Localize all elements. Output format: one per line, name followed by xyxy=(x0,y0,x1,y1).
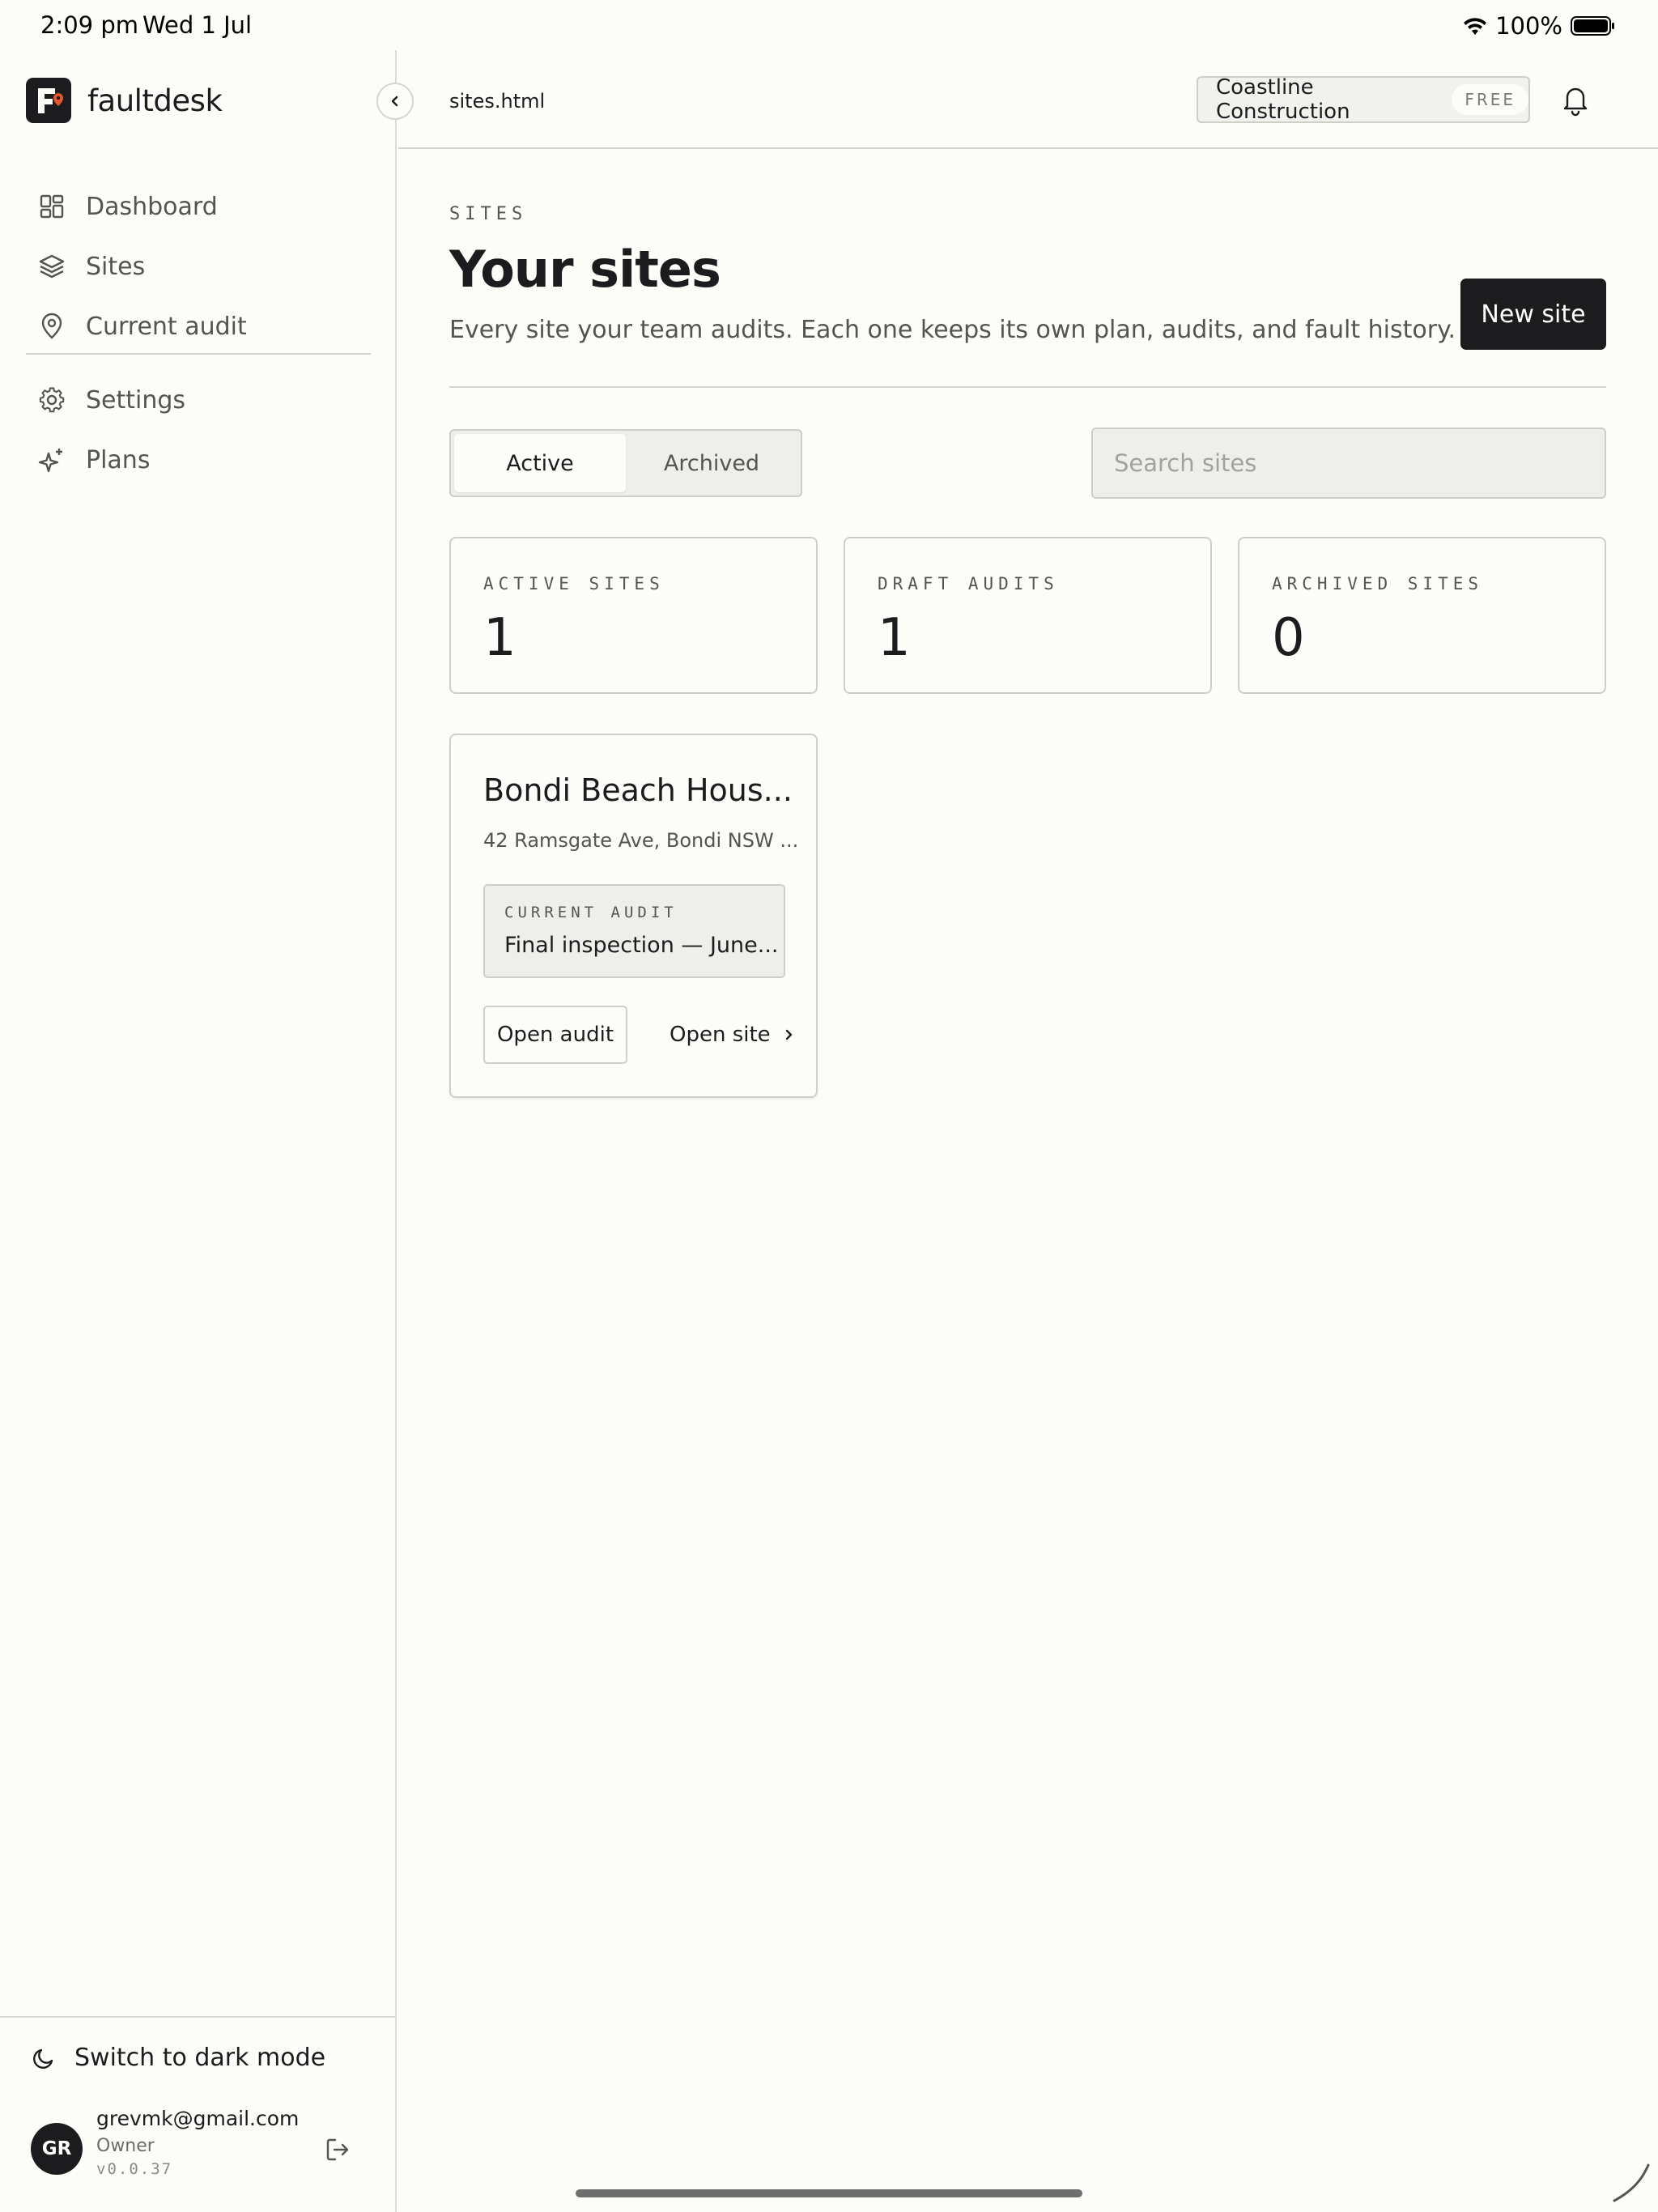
stat-value: 0 xyxy=(1272,608,1305,668)
top-bar: sites.html Coastline Construction FREE xyxy=(398,50,1658,149)
stat-value: 1 xyxy=(483,608,517,668)
chevron-left-icon xyxy=(391,96,398,107)
sparkles-icon xyxy=(38,449,62,473)
pencil-hover-icon xyxy=(1613,2163,1650,2202)
sidebar-item-plans[interactable]: Plans xyxy=(26,430,371,490)
dashboard-icon xyxy=(40,194,64,219)
sidebar: faultdesk Dashboard Sites Current audit xyxy=(0,50,397,2212)
tab-archived[interactable]: Archived xyxy=(626,434,797,492)
dark-mode-toggle[interactable]: Switch to dark mode xyxy=(31,2044,325,2072)
stat-label: DRAFT AUDITS xyxy=(878,574,1059,593)
gear-icon xyxy=(39,387,65,413)
sidebar-item-label: Sites xyxy=(86,252,146,281)
layers-icon xyxy=(39,254,65,279)
sidebar-item-dashboard[interactable]: Dashboard xyxy=(26,177,371,236)
site-name: Bondi Beach Hous... xyxy=(483,772,793,808)
map-pin-icon xyxy=(41,313,62,339)
new-site-button[interactable]: New site xyxy=(1460,279,1606,350)
sidebar-footer-divider xyxy=(0,2016,395,2018)
stat-card-draft-audits: DRAFT AUDITS 1 xyxy=(844,537,1212,694)
sidebar-item-label: Current audit xyxy=(86,312,247,341)
stat-card-active-sites: ACTIVE SITES 1 xyxy=(449,537,818,694)
brand[interactable]: faultdesk xyxy=(26,78,223,123)
open-audit-button[interactable]: Open audit xyxy=(483,1006,627,1064)
sidebar-item-settings[interactable]: Settings xyxy=(26,370,371,430)
home-indicator xyxy=(576,2189,1082,2197)
stat-label: ACTIVE SITES xyxy=(483,574,665,593)
nav-primary: Dashboard Sites Current audit xyxy=(26,177,371,356)
avatar[interactable]: GR xyxy=(31,2123,83,2175)
status-filter-tabs: Active Archived xyxy=(449,429,802,497)
stat-value: 1 xyxy=(878,608,911,668)
logo xyxy=(26,78,71,123)
status-bar: 2:09 pm Wed 1 Jul 100% xyxy=(0,0,1658,50)
status-right: 100% xyxy=(1463,11,1616,40)
page-subtitle: Every site your team audits. Each one ke… xyxy=(449,316,1456,344)
user-email: grevmk@gmail.com xyxy=(96,2107,300,2130)
tab-active[interactable]: Active xyxy=(454,434,626,492)
sidebar-collapse-button[interactable] xyxy=(376,83,414,120)
site-card: Bondi Beach Hous... 42 Ramsgate Ave, Bon… xyxy=(449,734,818,1098)
header-divider xyxy=(449,386,1606,388)
current-audit-label: CURRENT AUDIT xyxy=(504,904,678,921)
wifi-icon xyxy=(1464,18,1487,35)
sidebar-item-label: Plans xyxy=(86,445,151,474)
page-title: Your sites xyxy=(449,240,721,299)
nav-divider xyxy=(26,353,371,355)
stat-label: ARCHIVED SITES xyxy=(1272,574,1484,593)
org-switcher[interactable]: Coastline Construction FREE xyxy=(1197,75,1530,124)
battery-percent: 100% xyxy=(1495,12,1562,40)
status-time: 2:09 pm xyxy=(40,11,138,39)
sidebar-item-sites[interactable]: Sites xyxy=(26,236,371,296)
sidebar-item-current-audit[interactable]: Current audit xyxy=(26,296,371,356)
status-date: Wed 1 Jul xyxy=(142,11,253,39)
nav-secondary: Settings Plans xyxy=(26,370,371,490)
app-version: v0.0.37 xyxy=(96,2160,173,2178)
org-name: Coastline Construction xyxy=(1216,75,1350,124)
page-path: sites.html xyxy=(449,90,546,113)
logout-icon[interactable] xyxy=(324,2136,351,2163)
chevron-right-icon xyxy=(785,1029,792,1040)
dark-mode-label: Switch to dark mode xyxy=(74,2044,326,2072)
site-address: 42 Ramsgate Ave, Bondi NSW ... xyxy=(483,829,799,852)
user-role: Owner xyxy=(96,2136,155,2156)
sidebar-item-label: Settings xyxy=(86,385,186,415)
battery-icon xyxy=(1571,16,1614,36)
current-audit-box: CURRENT AUDIT Final inspection — June... xyxy=(483,884,785,978)
section-eyebrow: SITES xyxy=(449,204,528,224)
search-input[interactable] xyxy=(1091,428,1606,499)
open-site-link[interactable]: Open site xyxy=(670,1006,795,1064)
open-site-label: Open site xyxy=(670,1023,771,1047)
plan-badge: FREE xyxy=(1452,84,1528,115)
moon-icon xyxy=(33,2048,53,2069)
sidebar-item-label: Dashboard xyxy=(86,192,218,221)
stat-card-archived-sites: ARCHIVED SITES 0 xyxy=(1238,537,1606,694)
bell-icon[interactable] xyxy=(1559,83,1592,117)
user-profile: GR grevmk@gmail.com Owner v0.0.37 xyxy=(31,2107,363,2188)
brand-name: faultdesk xyxy=(87,83,223,118)
current-audit-name: Final inspection — June... xyxy=(504,933,779,958)
